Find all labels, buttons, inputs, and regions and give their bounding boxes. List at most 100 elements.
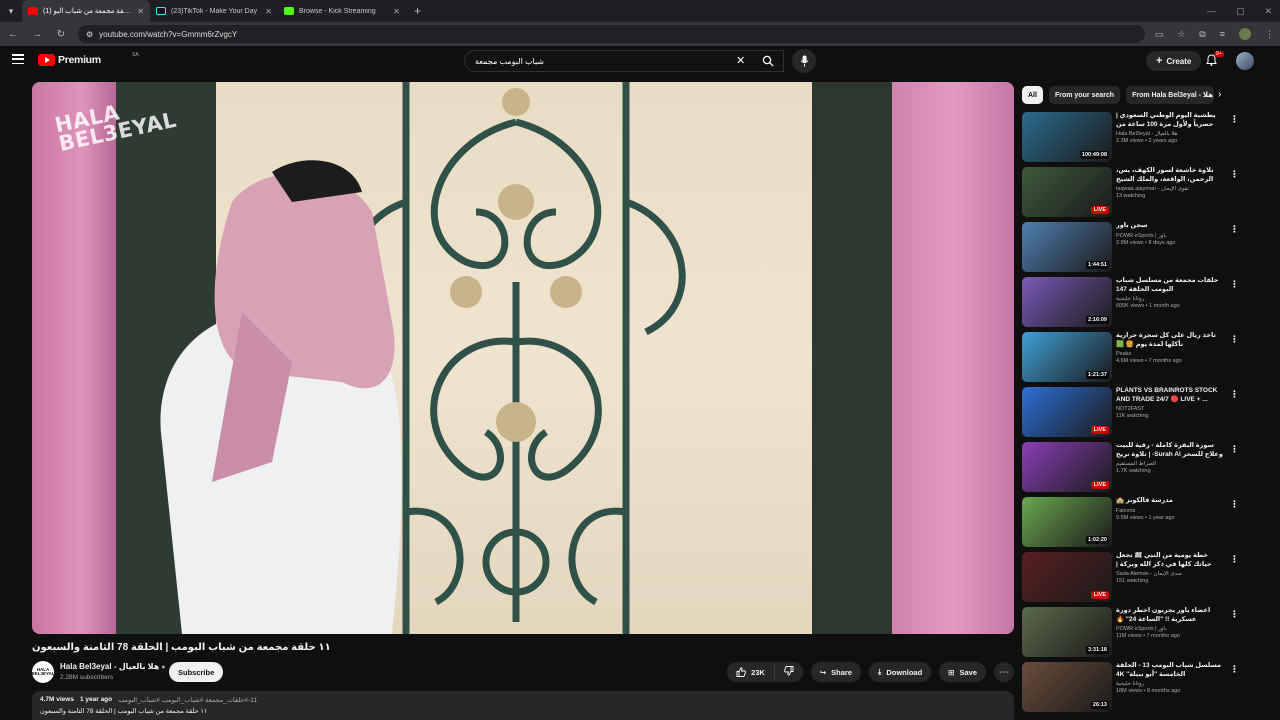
- recommendation-channel[interactable]: NOT2FAST: [1116, 406, 1226, 412]
- recommendation-channel[interactable]: Falcons: [1116, 508, 1226, 514]
- recommendation-thumbnail[interactable]: 1:44:51: [1022, 222, 1112, 272]
- download-button[interactable]: ⤓ Download: [869, 662, 932, 682]
- recommendation-title[interactable]: حلقات مجمعة من مسلسل شباب البومب الحلقة …: [1116, 277, 1226, 294]
- more-vertical-icon[interactable]: ⋮: [1230, 224, 1239, 235]
- notifications-button[interactable]: 9+: [1206, 51, 1224, 69]
- recommendation-thumbnail[interactable]: LIVE: [1022, 442, 1112, 492]
- recommendation-channel[interactable]: روتانا خليجية: [1116, 681, 1226, 687]
- recommendation-title[interactable]: مدرسة فالكونز 🏫: [1116, 497, 1226, 506]
- recommendation-channel[interactable]: taqwaa alayman - تقوى الإيمان: [1116, 186, 1226, 192]
- create-button[interactable]: + Create: [1146, 51, 1202, 71]
- recommendation-channel[interactable]: Hala Bel3eyal - هلا بالعيال: [1116, 131, 1226, 137]
- recommendation-item[interactable]: 1:44:51 سجن باور POWR eSports | باور 2.8M v…: [1022, 222, 1244, 277]
- recommendation-title[interactable]: خطة يومية من النبي ﷺ تجعل حياتك كلها في …: [1116, 552, 1226, 569]
- more-vertical-icon[interactable]: ⋮: [1230, 609, 1239, 620]
- share-button[interactable]: ↪ Share: [810, 662, 861, 682]
- dislike-button[interactable]: [775, 666, 803, 678]
- recommendation-title[interactable]: تلاوة خاشعة لسور الكهف، يس، الرحمن، الوا…: [1116, 167, 1226, 184]
- recommendation-channel[interactable]: روتانا خليجية: [1116, 296, 1226, 302]
- hamburger-menu-icon[interactable]: [12, 54, 24, 64]
- recommendation-title[interactable]: PLANTS VS BRAINROTS STOCK AND TRADE 24/7…: [1116, 387, 1226, 404]
- channel-name[interactable]: Hala Bel3eyal - هلا بالعيال ●: [60, 662, 166, 671]
- youtube-logo[interactable]: Premium SA: [38, 52, 139, 66]
- more-vertical-icon[interactable]: ⋮: [1230, 114, 1239, 125]
- tab-kick[interactable]: Browse - Kick Streaming ✕: [278, 0, 406, 22]
- description-box[interactable]: 4.7M views 1 year ago 11-#حلقات_مجمعة #ش…: [32, 691, 1014, 720]
- recommendation-title[interactable]: سورة البقرة كاملة - رقية للبيت وعلاج للس…: [1116, 442, 1226, 459]
- recommendation-item[interactable]: 26:13 مسلسل شباب البومب 13 - الحلقة الخام…: [1022, 662, 1244, 717]
- recommendation-title[interactable]: مسلسل شباب البومب 13 - الحلقة الخامسة "أ…: [1116, 662, 1226, 679]
- chevron-right-icon[interactable]: ›: [1218, 89, 1221, 100]
- recommendation-title[interactable]: اعضاء باور يجربون اخطر دورة عسكرية !! "ا…: [1116, 607, 1226, 624]
- chip-from-your-search[interactable]: From your search: [1048, 86, 1121, 104]
- recommendation-item[interactable]: 100:49:08 بطشية اليوم الوطني السعودي | حص…: [1022, 112, 1244, 167]
- recommendation-item[interactable]: 1:02:20 مدرسة فالكونز 🏫 Falcons 9.5M views …: [1022, 497, 1244, 552]
- recommendation-thumbnail[interactable]: 1:21:37: [1022, 332, 1112, 382]
- like-button[interactable]: 23K: [727, 665, 775, 679]
- recommendation-item[interactable]: LIVE تلاوة خاشعة لسور الكهف، يس، الرحمن، …: [1022, 167, 1244, 222]
- reload-icon[interactable]: ↻: [54, 29, 68, 40]
- recommendation-thumbnail[interactable]: 2:16:09: [1022, 277, 1112, 327]
- new-tab-button[interactable]: +: [406, 4, 429, 18]
- recommendation-item[interactable]: LIVE سورة البقرة كاملة - رقية للبيت وعلاج…: [1022, 442, 1244, 497]
- save-button[interactable]: ⊞ Save: [939, 662, 986, 682]
- recommendation-channel[interactable]: POWR eSports | باور: [1116, 626, 1226, 632]
- recommendation-thumbnail[interactable]: LIVE: [1022, 167, 1112, 217]
- recommendation-title[interactable]: تأخذ ريال على كل سجرة حرارية تأكلها لمدة…: [1116, 332, 1226, 349]
- clear-search-icon[interactable]: ✕: [736, 54, 745, 67]
- account-avatar[interactable]: [1236, 52, 1254, 70]
- profile-avatar[interactable]: [1239, 28, 1251, 40]
- more-vertical-icon[interactable]: ⋮: [1230, 499, 1239, 510]
- recommendation-thumbnail[interactable]: LIVE: [1022, 552, 1112, 602]
- recommendation-thumbnail[interactable]: 1:02:20: [1022, 497, 1112, 547]
- media-icon[interactable]: ≡: [1220, 29, 1225, 39]
- recommendation-thumbnail[interactable]: 100:49:08: [1022, 112, 1112, 162]
- tab-youtube[interactable]: (1) ١١ حلقة مجمعة من شباب البو ✕: [22, 0, 150, 22]
- recommendation-channel[interactable]: POWR eSports | باور: [1116, 233, 1226, 239]
- recommendation-title[interactable]: بطشية اليوم الوطني السعودي | حصرياً ولأو…: [1116, 112, 1226, 129]
- recommendation-thumbnail[interactable]: LIVE: [1022, 387, 1112, 437]
- browser-menu-icon[interactable]: ⋮: [1265, 29, 1274, 40]
- more-vertical-icon[interactable]: ⋮: [1230, 444, 1239, 455]
- more-vertical-icon[interactable]: ⋮: [1230, 664, 1239, 675]
- recommendation-channel[interactable]: الصراط المستقيم: [1116, 461, 1226, 467]
- recommendation-item[interactable]: 3:31:18 اعضاء باور يجربون اخطر دورة عسكري…: [1022, 607, 1244, 662]
- chip-all[interactable]: All: [1022, 86, 1043, 104]
- more-actions-button[interactable]: ⋯: [994, 662, 1014, 682]
- search-button[interactable]: [752, 50, 784, 72]
- more-vertical-icon[interactable]: ⋮: [1230, 279, 1239, 290]
- channel-avatar[interactable]: HALA BEL3EYAL: [31, 661, 55, 683]
- tab-close-icon[interactable]: ✕: [265, 7, 272, 16]
- recommendation-channel[interactable]: Sada Aleman - صدى الإيمان: [1116, 571, 1226, 577]
- more-vertical-icon[interactable]: ⋮: [1230, 169, 1239, 180]
- recommendation-channel[interactable]: Peaks: [1116, 351, 1226, 357]
- more-vertical-icon[interactable]: ⋮: [1230, 334, 1239, 345]
- tab-search-icon[interactable]: ▾: [0, 0, 22, 22]
- minimize-icon[interactable]: —: [1207, 6, 1216, 16]
- recommendation-thumbnail[interactable]: 26:13: [1022, 662, 1112, 712]
- back-icon[interactable]: ←: [6, 29, 20, 40]
- extensions-icon[interactable]: ⧉: [1199, 29, 1205, 40]
- recommendation-item[interactable]: LIVE PLANTS VS BRAINROTS STOCK AND TRADE …: [1022, 387, 1244, 442]
- more-vertical-icon[interactable]: ⋮: [1230, 554, 1239, 565]
- cast-icon[interactable]: ▭: [1155, 29, 1164, 40]
- tab-tiktok[interactable]: (23)TikTok - Make Your Day ✕: [150, 0, 278, 22]
- tab-close-icon[interactable]: ✕: [393, 7, 400, 16]
- url-field[interactable]: ⚙ youtube.com/watch?v=Gmmm6rZvgcY: [78, 25, 1145, 43]
- recommendation-thumbnail[interactable]: 3:31:18: [1022, 607, 1112, 657]
- video-player[interactable]: HALA BEL3EYAL: [32, 82, 1014, 634]
- forward-icon[interactable]: →: [30, 29, 44, 40]
- subscribe-button[interactable]: Subscribe: [169, 662, 224, 682]
- recommendation-item[interactable]: 2:16:09 حلقات مجمعة من مسلسل شباب البومب …: [1022, 277, 1244, 332]
- close-window-icon[interactable]: ✕: [1264, 6, 1272, 17]
- maximize-icon[interactable]: ▢: [1236, 6, 1245, 17]
- recommendation-title[interactable]: سجن باور: [1116, 222, 1226, 231]
- more-vertical-icon[interactable]: ⋮: [1230, 389, 1239, 400]
- recommendation-item[interactable]: LIVE خطة يومية من النبي ﷺ تجعل حياتك كلها…: [1022, 552, 1244, 607]
- recommendation-item[interactable]: 1:21:37 تأخذ ريال على كل سجرة حرارية تأكل…: [1022, 332, 1244, 387]
- site-info-icon[interactable]: ⚙: [86, 30, 93, 39]
- chip-from-channel[interactable]: From Hala Bel3eyal - هلا: [1126, 86, 1215, 104]
- bookmark-star-icon[interactable]: ☆: [1177, 29, 1185, 40]
- tab-close-icon[interactable]: ✕: [137, 7, 144, 16]
- hashtags[interactable]: 11-#حلقات_مجمعة #شباب_البومب #شباب_البوم…: [118, 696, 257, 704]
